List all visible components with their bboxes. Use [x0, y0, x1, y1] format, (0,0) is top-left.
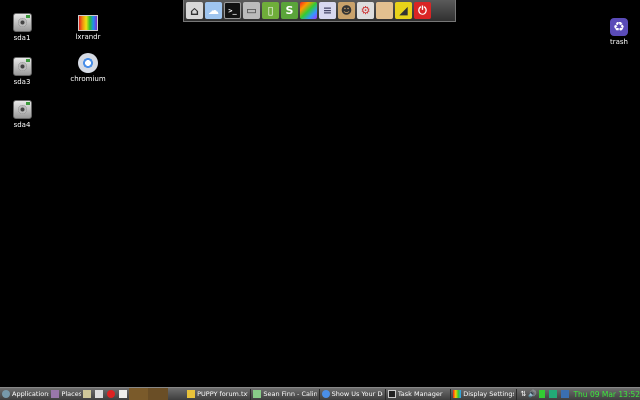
music-icon	[253, 390, 262, 398]
pen-icon[interactable]: ◢	[395, 2, 412, 19]
task-label: Task Manager	[397, 390, 443, 398]
document-icon[interactable]: ≡	[319, 2, 336, 19]
task-manager-icon	[387, 390, 396, 398]
desktop-icon-label: sda4	[13, 121, 31, 129]
quick-launch	[83, 388, 128, 400]
workspace-2[interactable]	[148, 388, 169, 400]
drive-icon	[12, 13, 32, 32]
places-label: Places	[61, 390, 82, 398]
text-file-icon	[187, 390, 196, 398]
task-puppy-forum[interactable]: PUPPY forum.txt	[185, 388, 252, 400]
display-icon	[453, 390, 462, 398]
desktop-icon-sda3[interactable]: sda3	[0, 57, 44, 86]
desktop-icon-sda4[interactable]: sda4	[0, 100, 44, 129]
lxrandr-icon	[78, 15, 98, 31]
places-menu[interactable]: Places	[51, 388, 81, 400]
applications-menu[interactable]: Applications	[0, 388, 49, 400]
desktop-icon-chromium[interactable]: chromium	[66, 53, 110, 83]
updates-icon[interactable]	[549, 390, 558, 398]
desktop-icon-label: trash	[610, 38, 628, 46]
desktop-icon-trash[interactable]: ♻ trash	[597, 18, 640, 46]
top-dock: ⌂ ☁ >_ ▭ ▯ S ≡ ☻ ⚙ ◢ ⏻	[183, 0, 456, 22]
workspace-1[interactable]	[128, 388, 149, 400]
desktop: sda1 sda3 sda4 lxrandr chromium ♻ trash …	[0, 0, 640, 400]
chromium-icon	[78, 53, 98, 73]
drive-icon	[12, 57, 32, 76]
power-icon[interactable]: ⏻	[414, 2, 431, 19]
folder-icon[interactable]	[376, 2, 393, 19]
network-icon[interactable]: ⇅	[520, 390, 526, 398]
desktop-icon-sda1[interactable]: sda1	[0, 13, 44, 42]
monitor-icon[interactable]: ▭	[243, 2, 260, 19]
task-browser[interactable]: Show Us Your Desk	[320, 388, 386, 400]
trash-icon: ♻	[610, 18, 628, 36]
settings-icon[interactable]: ⚙	[357, 2, 374, 19]
cloud-icon[interactable]: ☁	[205, 2, 222, 19]
desktop-icon-lxrandr[interactable]: lxrandr	[66, 15, 110, 41]
editor-icon[interactable]: ▯	[262, 2, 279, 19]
clock[interactable]: Thu 09 Mar 13:52	[573, 390, 640, 399]
system-tray: ⇅ 🔊	[520, 388, 570, 400]
task-label: Sean Finn - Calindi	[263, 390, 316, 398]
power-icon[interactable]	[107, 390, 116, 398]
task-label: Display Settings	[463, 390, 515, 398]
places-icon	[51, 390, 60, 398]
task-label: Show Us Your Desk	[331, 390, 383, 398]
task-label: PUPPY forum.txt	[197, 390, 249, 398]
desktop-icon-label: sda3	[13, 78, 31, 86]
task-display-settings[interactable]: Display Settings	[451, 388, 518, 400]
applications-label: Applications	[12, 390, 50, 398]
home-icon[interactable]: ⌂	[186, 2, 203, 19]
battery-icon[interactable]	[539, 390, 546, 398]
file-manager-icon[interactable]	[83, 390, 92, 398]
info-icon[interactable]	[119, 390, 128, 398]
desktop-icon-label: chromium	[70, 75, 106, 83]
spreadsheet-icon[interactable]: S	[281, 2, 298, 19]
menu-icon	[2, 390, 10, 398]
user-icon[interactable]: ☻	[338, 2, 355, 19]
document-icon[interactable]	[95, 390, 104, 398]
desktop-icon-label: lxrandr	[75, 33, 101, 41]
taskbar: Applications Places PUPPY forum.txt Sean…	[0, 387, 640, 400]
task-music[interactable]: Sean Finn - Calindi	[251, 388, 320, 400]
chromium-icon	[321, 390, 330, 398]
chart-icon[interactable]	[561, 390, 570, 398]
desktop-icon-label: sda1	[13, 34, 31, 42]
drive-icon	[12, 100, 32, 119]
terminal-icon[interactable]: >_	[224, 2, 241, 19]
color-palette-icon[interactable]	[300, 2, 317, 19]
volume-icon[interactable]: 🔊	[528, 390, 537, 398]
task-task-manager[interactable]: Task Manager	[386, 388, 452, 400]
